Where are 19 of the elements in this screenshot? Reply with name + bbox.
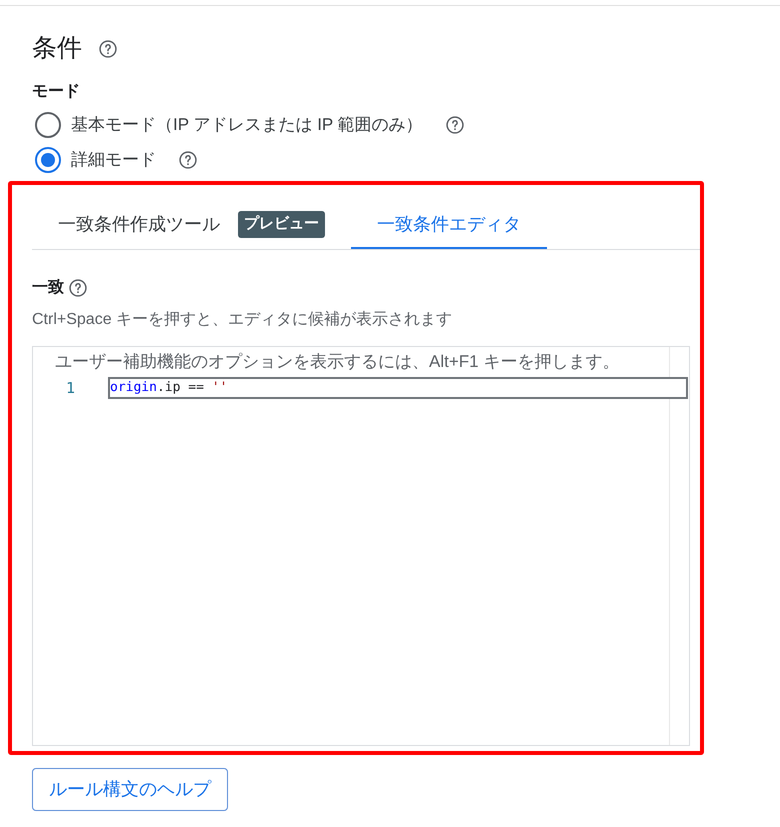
line-number: 1 [65, 378, 76, 398]
help-button[interactable]: ルール構文のヘルプ [32, 768, 228, 810]
radio-label: 基本モード（IP アドレスまたは IP 範囲のみ） [71, 114, 423, 136]
radio-label: 詳細モード [71, 148, 156, 171]
help-icon[interactable] [98, 38, 118, 59]
tab[interactable]: 一致条件エディタ [351, 202, 547, 248]
radio-button[interactable] [35, 112, 61, 138]
help-icon[interactable] [178, 150, 198, 170]
accessibility-hint: ユーザー補助機能のオプションを表示するには、Alt+F1 キーを押します。 [55, 350, 620, 372]
code-editor[interactable]: ユーザー補助機能のオプションを表示するには、Alt+F1 キーを押します。 1 origin.ip == '' [32, 346, 690, 746]
mode-label: モード [31, 82, 81, 102]
radio-button[interactable] [35, 146, 61, 172]
editor-hint: Ctrl+Space キーを押すと、エディタに候補が表示されます [32, 310, 454, 330]
help-icon[interactable] [68, 278, 88, 298]
match-label: 一致 [32, 278, 64, 298]
section-title: 条件 [32, 33, 82, 64]
help-icon[interactable] [444, 114, 465, 134]
preview-badge: プレビュー [238, 211, 325, 238]
tab[interactable]: 一致条件作成ツール プレビュー [32, 202, 351, 248]
